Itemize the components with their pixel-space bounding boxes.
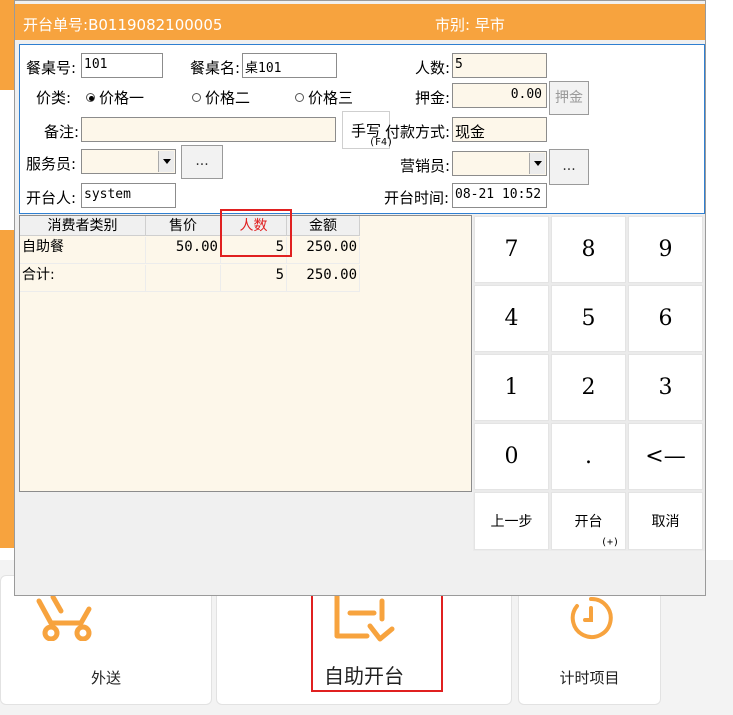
- header-price[interactable]: 售价: [146, 216, 221, 236]
- people-field[interactable]: 5: [452, 53, 547, 78]
- opener-label: 开台人:: [26, 189, 77, 207]
- note-field[interactable]: [81, 117, 336, 142]
- total-amount: 250.00: [287, 265, 360, 292]
- waiter-label: 服务员:: [26, 155, 77, 173]
- dialog-titlebar: 开台单号:B0119082100005 市别: 早市: [15, 4, 705, 40]
- waiter-select[interactable]: [81, 149, 176, 174]
- background-right-strip: [706, 0, 733, 560]
- key-0[interactable]: 0: [474, 423, 549, 490]
- background-left-gap: [0, 90, 14, 230]
- numeric-keypad: 7 8 9 4 5 6 1 2 3 0 . <— 上一步 开台 (+) 取消: [473, 215, 705, 551]
- payment-label: 付款方式:: [385, 123, 451, 141]
- key-1[interactable]: 1: [474, 354, 549, 421]
- radio-price-2[interactable]: 价格二: [192, 87, 250, 108]
- radio-price-3[interactable]: 价格三: [295, 87, 353, 108]
- total-label: 合计:: [20, 265, 146, 292]
- highlight-self-service-card: [311, 594, 443, 692]
- row-type[interactable]: 自助餐: [20, 237, 146, 264]
- key-8[interactable]: 8: [551, 216, 626, 283]
- open-table-shortcut: (+): [600, 537, 619, 548]
- chevron-down-icon[interactable]: [158, 151, 174, 172]
- open-table-form: 餐桌号: 101 餐桌名: 桌101 人数: 5 价类: 价格一 价格二 价格三…: [19, 44, 705, 214]
- waiter-more-button[interactable]: ...: [181, 145, 223, 179]
- deposit-label: 押金:: [415, 89, 451, 107]
- radio-price-1[interactable]: 价格一: [86, 87, 144, 108]
- prev-step-button[interactable]: 上一步: [474, 492, 549, 550]
- table-name-field[interactable]: 桌101: [242, 53, 337, 78]
- price-type-label: 价类:: [36, 89, 72, 107]
- header-consumer-type[interactable]: 消费者类别: [20, 216, 146, 236]
- background-accent-strip: [0, 0, 14, 548]
- row-price[interactable]: 50.00: [146, 237, 221, 264]
- marketer-select[interactable]: [452, 151, 547, 176]
- payment-field[interactable]: 现金: [452, 117, 547, 142]
- key-5[interactable]: 5: [551, 285, 626, 352]
- key-6[interactable]: 6: [628, 285, 703, 352]
- key-dot[interactable]: .: [551, 423, 626, 490]
- key-4[interactable]: 4: [474, 285, 549, 352]
- chevron-down-icon[interactable]: [529, 153, 545, 174]
- header-amount[interactable]: 金额: [287, 216, 360, 236]
- open-time-field[interactable]: 08-21 10:52: [452, 183, 547, 208]
- total-price: [146, 265, 221, 292]
- radio-unselected-icon: [192, 93, 201, 102]
- order-number-text: 开台单号:B0119082100005: [23, 16, 223, 34]
- highlight-people-column: [220, 209, 292, 257]
- key-9[interactable]: 9: [628, 216, 703, 283]
- radio-selected-icon: [86, 93, 95, 102]
- key-2[interactable]: 2: [551, 354, 626, 421]
- open-table-label: 开台: [574, 514, 603, 530]
- opener-field[interactable]: system: [81, 183, 176, 208]
- key-3[interactable]: 3: [628, 354, 703, 421]
- table-no-label: 餐桌号:: [26, 59, 77, 77]
- open-table-button[interactable]: 开台 (+): [551, 492, 626, 550]
- row-amount[interactable]: 250.00: [287, 237, 360, 264]
- marketer-more-button[interactable]: ...: [549, 149, 589, 185]
- handwrite-button[interactable]: 手写 (F4): [342, 111, 393, 149]
- marketer-label: 营销员:: [400, 157, 451, 175]
- deposit-field[interactable]: 0.00: [452, 83, 547, 108]
- note-label: 备注:: [44, 123, 80, 141]
- clock-icon: [570, 596, 613, 639]
- backspace-key[interactable]: <—: [628, 423, 703, 490]
- deposit-button[interactable]: 押金: [549, 81, 589, 115]
- card-timed-items-label: 计时项目: [559, 669, 620, 687]
- delivery-truck-icon: [36, 594, 92, 641]
- radio-unselected-icon: [295, 93, 304, 102]
- open-time-label: 开台时间:: [384, 189, 450, 207]
- open-table-dialog: 开台单号:B0119082100005 市别: 早市 餐桌号: 101 餐桌名:…: [14, 0, 706, 596]
- market-text: 市别: 早市: [435, 16, 505, 34]
- people-label: 人数:: [415, 59, 451, 77]
- total-people: 5: [221, 265, 287, 292]
- key-7[interactable]: 7: [474, 216, 549, 283]
- grid-header: 消费者类别 售价 人数 金额: [20, 216, 360, 236]
- card-delivery-label: 外送: [90, 669, 121, 687]
- cancel-button[interactable]: 取消: [628, 492, 703, 550]
- table-name-label: 餐桌名:: [190, 59, 241, 77]
- table-no-field[interactable]: 101: [81, 53, 163, 78]
